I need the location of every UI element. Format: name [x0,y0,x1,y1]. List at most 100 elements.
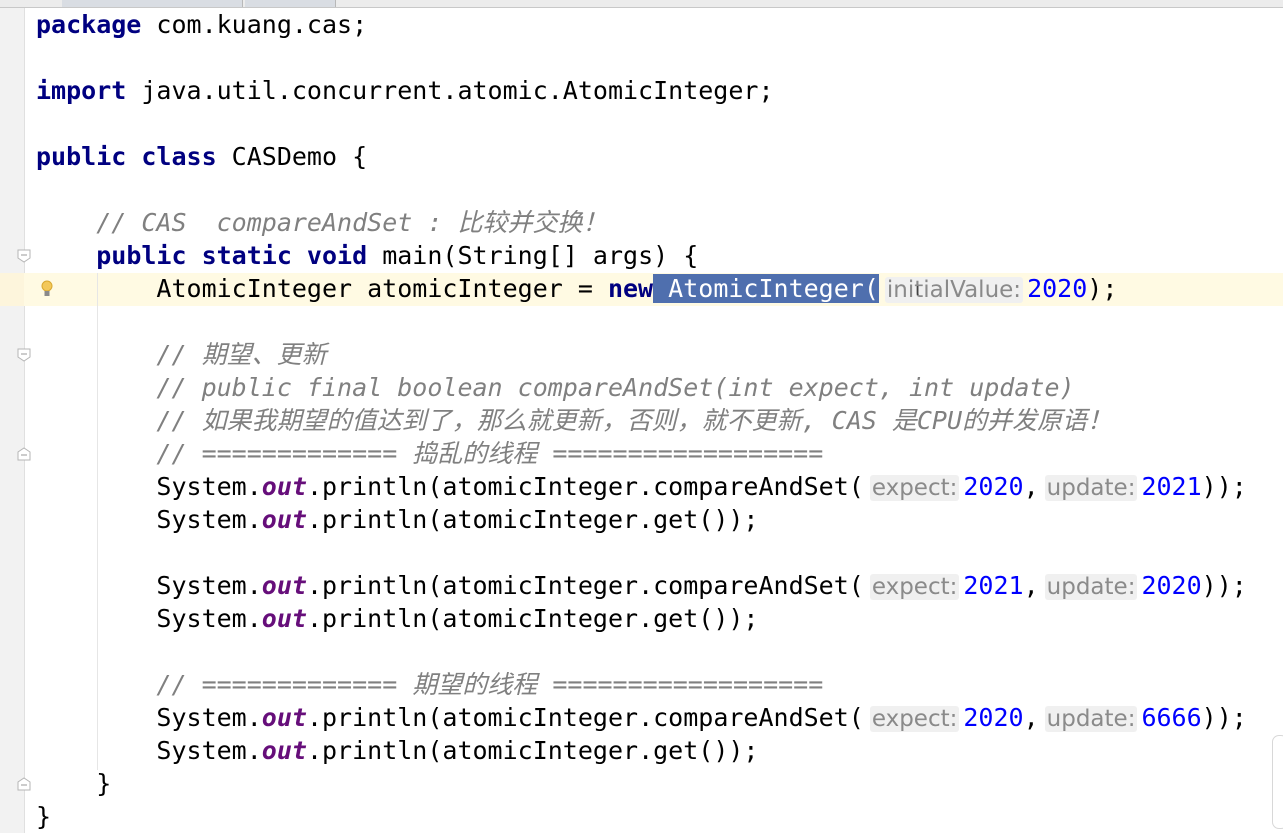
code-text: System. [36,505,262,534]
code-editor[interactable]: package com.kuang.cas; import java.util.… [36,8,1247,833]
code-text: } [36,769,112,798]
comment-token: // ============= 期望的线程 =================… [156,670,824,699]
number-literal: 2021 [963,571,1024,600]
comment-token: // ============= 捣乱的线程 =================… [156,439,824,468]
code-text: java.util.concurrent.atomic.AtomicIntege… [126,76,774,105]
code-text: System. [36,571,262,600]
comment-token: // 期望、更新 [156,340,327,369]
code-text: System. [36,703,262,732]
keyword-token: public static void [96,241,368,270]
number-literal: 2020 [1027,274,1088,303]
comment-token: // public final boolean compareAndSet(in… [156,373,1075,402]
number-literal: 6666 [1141,703,1202,732]
parameter-hint: expect: [869,706,960,732]
code-line[interactable]: package com.kuang.cas; [36,8,1247,41]
code-line[interactable] [36,41,1247,74]
parameter-hint: update: [1044,574,1138,600]
keyword-token: public class [36,142,217,171]
fold-marker-icon[interactable] [17,447,31,461]
code-line[interactable]: System.out.println(atomicInteger.compare… [36,701,1247,734]
number-literal: 2020 [1141,571,1202,600]
keyword-token: import [36,76,127,105]
static-field-token: out [261,703,307,732]
code-line[interactable]: AtomicInteger atomicInteger = new Atomic… [36,272,1247,305]
code-text: System. [36,472,262,501]
code-text: )); [1201,571,1247,600]
code-text: com.kuang.cas; [141,10,368,39]
code-text: ); [1087,274,1118,303]
static-field-token: out [261,472,307,501]
code-line[interactable]: // ============= 捣乱的线程 =================… [36,437,1247,470]
code-line[interactable]: public static void main(String[] args) { [36,239,1247,272]
code-line[interactable] [36,635,1247,668]
parameter-hint: expect: [869,475,960,501]
code-text: .println(atomicInteger.get()); [306,505,759,534]
static-field-token: out [261,571,307,600]
comment-token: // CAS compareAndSet : 比较并交换！ [96,208,608,237]
code-text: } [36,802,52,831]
code-line[interactable]: System.out.println(atomicInteger.get()); [36,602,1247,635]
code-text: .println(atomicInteger.get()); [306,604,759,633]
text-cursor-icon: I [916,284,920,298]
keyword-token: package [36,10,142,39]
code-line[interactable]: // public final boolean compareAndSet(in… [36,371,1247,404]
code-text: AtomicInteger atomicInteger = [36,274,608,303]
editor-gutter [0,8,25,833]
code-line[interactable] [36,173,1247,206]
keyword-token: new [607,274,654,303]
parameter-hint: expect: [869,574,960,600]
fold-marker-icon[interactable] [17,348,31,362]
code-text: .println(atomicInteger.get()); [306,736,759,765]
code-text: System. [36,736,262,765]
static-field-token: out [261,604,307,633]
code-line[interactable]: // 期望、更新 [36,338,1247,371]
code-line[interactable]: System.out.println(atomicInteger.get()); [36,503,1247,536]
static-field-token: out [261,736,307,765]
code-line[interactable]: public class CASDemo { [36,140,1247,173]
code-line[interactable]: // 如果我期望的值达到了，那么就更新，否则，就不更新, CAS 是CPU的并发… [36,404,1247,437]
code-line[interactable]: System.out.println(atomicInteger.compare… [36,470,1247,503]
code-line[interactable]: // ============= 期望的线程 =================… [36,668,1247,701]
code-line[interactable]: import java.util.concurrent.atomic.Atomi… [36,74,1247,107]
parameter-hint: update: [1044,706,1138,732]
code-line[interactable]: } [36,800,1247,833]
code-text: , [1023,703,1039,732]
parameter-hint: initialValue: [884,277,1024,303]
code-text: , [1023,472,1039,501]
code-line[interactable]: } [36,767,1247,800]
code-line[interactable] [36,536,1247,569]
code-line[interactable]: // CAS compareAndSet : 比较并交换！ [36,206,1247,239]
code-line[interactable]: System.out.println(atomicInteger.get()); [36,734,1247,767]
code-text: CASDemo { [216,142,368,171]
editor-tab[interactable] [62,0,243,7]
code-line[interactable] [36,107,1247,140]
code-text: .println(atomicInteger.compareAndSet( [306,472,864,501]
code-line[interactable] [36,305,1247,338]
number-literal: 2020 [963,472,1024,501]
code-text: .println(atomicInteger.compareAndSet( [306,703,864,732]
editor-tab[interactable] [245,0,336,7]
fold-marker-icon[interactable] [17,777,31,791]
code-text: )); [1201,703,1247,732]
scrollbar[interactable] [1272,735,1283,829]
code-text: )); [1201,472,1247,501]
selected-text: AtomicInteger( [653,274,879,303]
editor-tab-bar [0,0,1283,8]
static-field-token: out [261,505,307,534]
code-text: , [1023,571,1039,600]
comment-token: // 如果我期望的值达到了，那么就更新，否则，就不更新, CAS 是CPU的并发… [156,406,1113,435]
code-text: .println(atomicInteger.compareAndSet( [306,571,864,600]
fold-marker-icon[interactable] [17,249,31,263]
code-line[interactable]: System.out.println(atomicInteger.compare… [36,569,1247,602]
code-text: main(String[] args) { [367,241,699,270]
number-literal: 2020 [963,703,1024,732]
number-literal: 2021 [1141,472,1202,501]
parameter-hint: update: [1044,475,1138,501]
